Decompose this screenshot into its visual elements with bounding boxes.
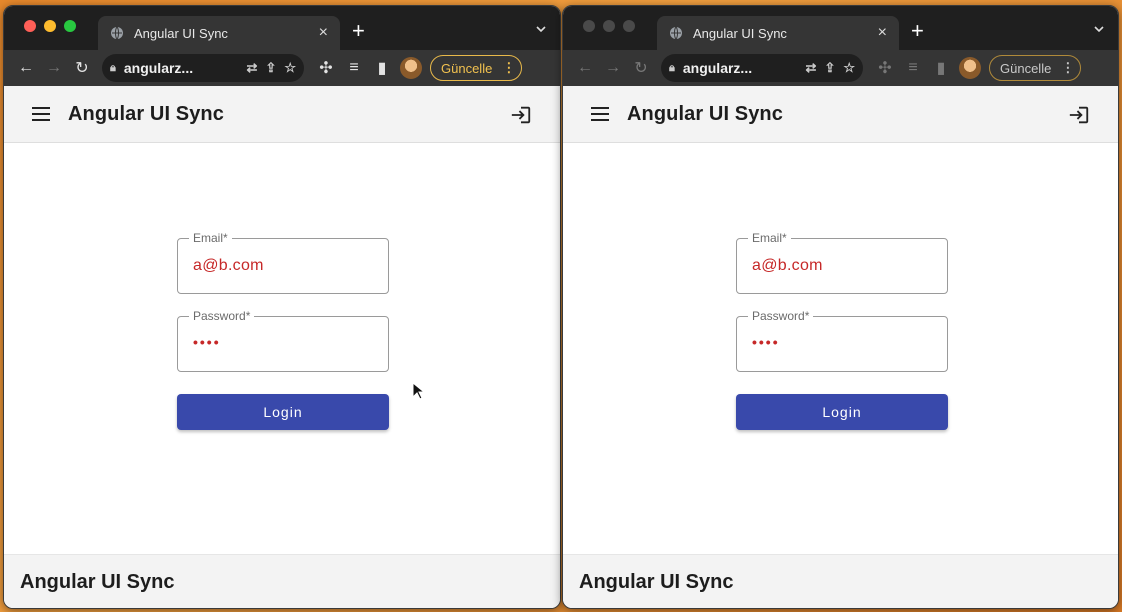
profile-avatar[interactable] bbox=[400, 57, 422, 79]
update-button[interactable]: Güncelle ⋮ bbox=[989, 55, 1082, 81]
email-label: Email* bbox=[748, 231, 791, 245]
tab-title: Angular UI Sync bbox=[134, 25, 228, 41]
login-content: Email* a@b.com Password* •••• Login bbox=[563, 143, 1118, 554]
globe-icon bbox=[111, 26, 123, 40]
app-header: Angular UI Sync bbox=[563, 86, 1118, 143]
email-value: a@b.com bbox=[193, 257, 264, 274]
address-bar[interactable]: 🔒︎ angularz... ⇄ ⇪ ☆ bbox=[661, 54, 863, 82]
app-header: Angular UI Sync bbox=[4, 86, 560, 143]
reading-list-icon[interactable]: ≡ bbox=[899, 54, 927, 82]
email-field[interactable]: Email* a@b.com bbox=[736, 231, 948, 294]
side-panel-icon[interactable]: ▮ bbox=[368, 54, 396, 82]
maximize-window-button[interactable] bbox=[623, 20, 635, 32]
star-icon[interactable]: ☆ bbox=[843, 60, 855, 76]
app-footer: Angular UI Sync bbox=[563, 554, 1118, 608]
share-icon[interactable]: ⇪ bbox=[824, 60, 835, 76]
forward-icon[interactable]: → bbox=[599, 54, 627, 82]
back-icon[interactable]: ← bbox=[571, 54, 599, 82]
app-footer: Angular UI Sync bbox=[4, 554, 560, 608]
browser-tab[interactable]: Angular UI Sync × bbox=[98, 16, 340, 50]
password-field[interactable]: Password* •••• bbox=[736, 309, 948, 372]
tab-search-chevron-icon[interactable] bbox=[536, 24, 546, 34]
footer-title: Angular UI Sync bbox=[20, 571, 175, 593]
kebab-icon: ⋮ bbox=[1061, 60, 1075, 75]
reading-list-icon[interactable]: ≡ bbox=[340, 54, 368, 82]
login-icon[interactable] bbox=[1068, 104, 1090, 126]
maximize-window-button[interactable] bbox=[64, 20, 76, 32]
browser-toolbar: ← → ↻ 🔒︎ angularz... ⇄ ⇪ ☆ ✣ ≡ ▮ Güncell… bbox=[563, 50, 1118, 86]
browser-window-right: Angular UI Sync × + ← → ↻ 🔒︎ angularz...… bbox=[562, 5, 1119, 609]
share-icon[interactable]: ⇪ bbox=[265, 60, 276, 76]
mouse-cursor-icon bbox=[412, 382, 424, 400]
translate-icon[interactable]: ⇄ bbox=[247, 60, 258, 76]
app-title: Angular UI Sync bbox=[68, 102, 224, 125]
tab-title: Angular UI Sync bbox=[693, 25, 787, 41]
close-tab-icon[interactable]: × bbox=[319, 24, 328, 42]
email-value: a@b.com bbox=[752, 257, 823, 274]
footer-title: Angular UI Sync bbox=[579, 571, 734, 593]
extensions-icon[interactable]: ✣ bbox=[312, 54, 340, 82]
back-icon[interactable]: ← bbox=[12, 54, 40, 82]
title-bar: Angular UI Sync × + bbox=[563, 6, 1118, 50]
password-value: •••• bbox=[752, 334, 780, 350]
lock-icon: 🔒︎ bbox=[669, 61, 675, 74]
email-label: Email* bbox=[189, 231, 232, 245]
login-content: Email* a@b.com Password* •••• Login bbox=[4, 143, 560, 554]
email-field[interactable]: Email* a@b.com bbox=[177, 231, 389, 294]
update-button[interactable]: Güncelle ⋮ bbox=[430, 55, 523, 81]
update-label: Güncelle bbox=[441, 60, 493, 76]
tab-search-chevron-icon[interactable] bbox=[1094, 24, 1104, 34]
star-icon[interactable]: ☆ bbox=[284, 60, 296, 76]
login-icon[interactable] bbox=[510, 104, 532, 126]
minimize-window-button[interactable] bbox=[603, 20, 615, 32]
login-button[interactable]: Login bbox=[736, 394, 948, 430]
close-window-button[interactable] bbox=[24, 20, 36, 32]
password-value: •••• bbox=[193, 334, 221, 350]
password-label: Password* bbox=[748, 309, 814, 323]
kebab-icon: ⋮ bbox=[502, 60, 516, 75]
browser-window-left: Angular UI Sync × + ← → ↻ 🔒︎ angularz...… bbox=[3, 5, 561, 609]
translate-icon[interactable]: ⇄ bbox=[806, 60, 817, 76]
new-tab-button[interactable]: + bbox=[352, 18, 365, 44]
reload-icon[interactable]: ↻ bbox=[627, 54, 655, 82]
password-field[interactable]: Password* •••• bbox=[177, 309, 389, 372]
minimize-window-button[interactable] bbox=[44, 20, 56, 32]
menu-icon[interactable] bbox=[32, 107, 50, 121]
globe-icon bbox=[670, 26, 682, 40]
forward-icon[interactable]: → bbox=[40, 54, 68, 82]
password-label: Password* bbox=[189, 309, 255, 323]
side-panel-icon[interactable]: ▮ bbox=[927, 54, 955, 82]
close-window-button[interactable] bbox=[583, 20, 595, 32]
close-tab-icon[interactable]: × bbox=[878, 24, 887, 42]
address-bar[interactable]: 🔒︎ angularz... ⇄ ⇪ ☆ bbox=[102, 54, 304, 82]
login-form: Email* a@b.com Password* •••• Login bbox=[177, 231, 389, 430]
app-title: Angular UI Sync bbox=[627, 102, 783, 125]
reload-icon[interactable]: ↻ bbox=[68, 54, 96, 82]
new-tab-button[interactable]: + bbox=[911, 18, 924, 44]
profile-avatar[interactable] bbox=[959, 57, 981, 79]
title-bar: Angular UI Sync × + bbox=[4, 6, 560, 50]
extensions-icon[interactable]: ✣ bbox=[871, 54, 899, 82]
browser-toolbar: ← → ↻ 🔒︎ angularz... ⇄ ⇪ ☆ ✣ ≡ ▮ Güncell… bbox=[4, 50, 560, 86]
url-text: angularz... bbox=[123, 60, 194, 76]
url-text: angularz... bbox=[682, 60, 753, 76]
browser-tab[interactable]: Angular UI Sync × bbox=[657, 16, 899, 50]
login-button[interactable]: Login bbox=[177, 394, 389, 430]
menu-icon[interactable] bbox=[591, 107, 609, 121]
update-label: Güncelle bbox=[1000, 60, 1052, 76]
login-form: Email* a@b.com Password* •••• Login bbox=[736, 231, 948, 430]
window-controls bbox=[583, 20, 635, 32]
window-controls bbox=[24, 20, 76, 32]
lock-icon: 🔒︎ bbox=[110, 61, 116, 74]
